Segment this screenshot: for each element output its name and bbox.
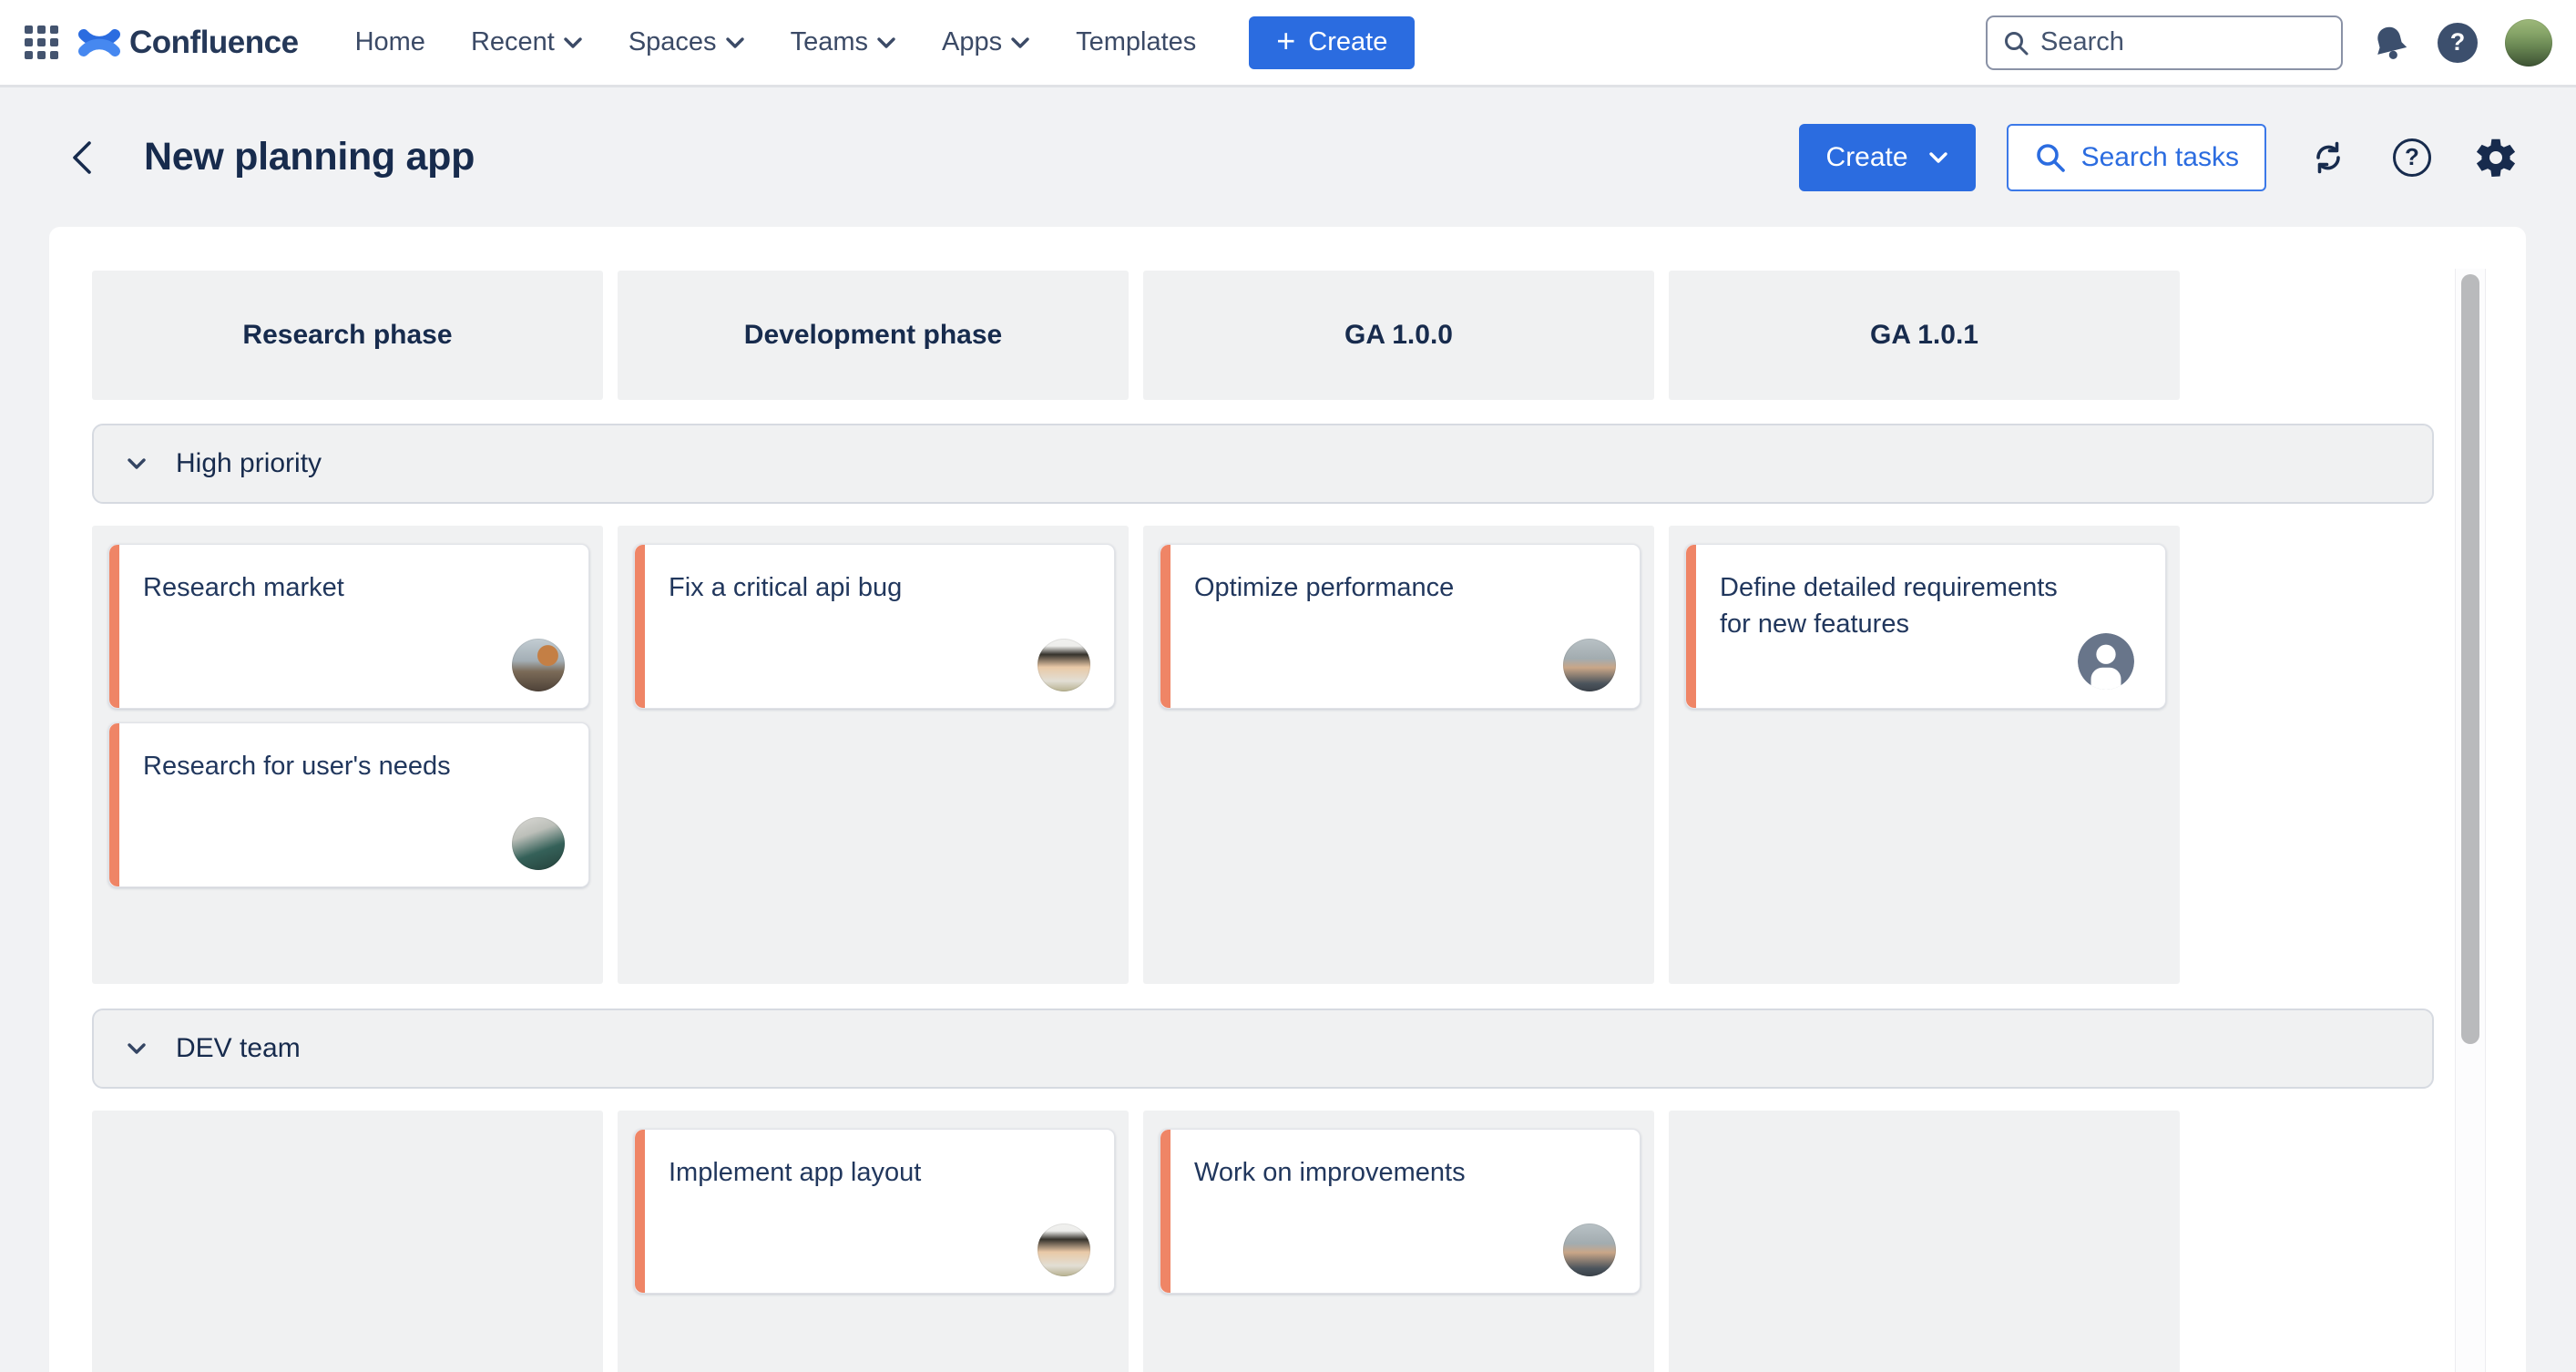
priority-stripe	[1160, 1130, 1170, 1293]
card-title: Implement app layout	[635, 1130, 1063, 1191]
search-tasks-button[interactable]: Search tasks	[2007, 124, 2266, 191]
task-card[interactable]: Work on improvements	[1160, 1129, 1641, 1294]
back-button[interactable]	[67, 134, 107, 181]
page-title: New planning app	[144, 135, 475, 179]
search-icon	[2002, 29, 2029, 56]
column-headers-row: Research phase Development phase GA 1.0.…	[92, 271, 2180, 400]
board-scrollbar-track	[2455, 269, 2486, 1372]
column-header-development-phase[interactable]: Development phase	[618, 271, 1129, 400]
card-title: Define detailed requirements for new fea…	[1686, 545, 2114, 642]
lane-research-phase: Research market Research for user's need…	[92, 526, 603, 984]
lane-development-phase: Implement app layout	[618, 1111, 1129, 1372]
top-navigation-bar: Confluence Home Recent Spaces Teams Apps…	[0, 0, 2576, 87]
chevron-down-icon	[1928, 151, 1948, 164]
global-create-button[interactable]: + Create	[1249, 16, 1415, 69]
column-header-ga-1-0-0[interactable]: GA 1.0.0	[1143, 271, 1654, 400]
card-title: Research market	[109, 545, 537, 606]
board-settings-button[interactable]	[2474, 136, 2518, 179]
board-scrollbar-thumb[interactable]	[2461, 274, 2479, 1044]
nav-item-home[interactable]: Home	[355, 27, 425, 57]
swimlane-high-priority-lanes: Research market Research for user's need…	[92, 526, 2180, 984]
assignee-avatar	[1563, 639, 1616, 691]
lane-research-phase	[92, 1111, 603, 1372]
swimlane-dev-team-lanes: Implement app layout Work on improvement…	[92, 1111, 2180, 1372]
priority-stripe	[635, 545, 645, 708]
task-card[interactable]: Research for user's needs	[108, 722, 589, 887]
priority-stripe	[109, 723, 119, 886]
topnav-right-group: ?	[1986, 15, 2552, 70]
swimlane-header-dev-team[interactable]: DEV team	[92, 1009, 2434, 1089]
column-header-ga-1-0-1[interactable]: GA 1.0.1	[1669, 271, 2180, 400]
task-card[interactable]: Research market	[108, 544, 589, 709]
lane-ga-1-0-1: Define detailed requirements for new fea…	[1669, 526, 2180, 984]
task-card[interactable]: Implement app layout	[634, 1129, 1115, 1294]
confluence-mark-icon	[78, 22, 120, 64]
board-help-button[interactable]: ?	[2390, 136, 2434, 179]
chevron-down-icon	[725, 36, 745, 49]
priority-stripe	[1160, 545, 1170, 708]
chevron-down-icon	[127, 1042, 147, 1055]
refresh-button[interactable]	[2306, 136, 2350, 179]
board-panel: Research phase Development phase GA 1.0.…	[49, 227, 2526, 1372]
nav-item-recent[interactable]: Recent	[471, 27, 583, 57]
task-card[interactable]: Fix a critical api bug	[634, 544, 1115, 709]
priority-stripe	[1686, 545, 1696, 708]
page-header: New planning app Create Search tasks ?	[0, 87, 2576, 227]
person-icon	[2078, 633, 2134, 690]
card-title: Work on improvements	[1160, 1130, 1589, 1191]
global-search-box[interactable]	[1986, 15, 2343, 70]
card-title: Optimize performance	[1160, 545, 1589, 606]
primary-nav-menu: Home Recent Spaces Teams Apps Templates	[355, 27, 1197, 57]
lane-ga-1-0-1	[1669, 1111, 2180, 1372]
assignee-avatar	[1038, 639, 1090, 691]
task-card[interactable]: Define detailed requirements for new fea…	[1685, 544, 2166, 709]
notifications-bell-icon[interactable]	[2366, 18, 2414, 67]
gear-icon	[2474, 136, 2518, 179]
assignee-avatar	[1563, 1224, 1616, 1276]
nav-item-apps[interactable]: Apps	[942, 27, 1030, 57]
board-create-button[interactable]: Create	[1799, 124, 1976, 191]
user-avatar[interactable]	[2505, 19, 2552, 67]
nav-item-teams[interactable]: Teams	[791, 27, 896, 57]
nav-item-templates[interactable]: Templates	[1076, 27, 1196, 57]
lane-ga-1-0-0: Optimize performance	[1143, 526, 1654, 984]
chevron-down-icon	[563, 36, 583, 49]
column-header-research-phase[interactable]: Research phase	[92, 271, 603, 400]
lane-ga-1-0-0: Work on improvements	[1143, 1111, 1654, 1372]
card-title: Research for user's needs	[109, 723, 537, 784]
app-name: Confluence	[129, 25, 299, 61]
card-title: Fix a critical api bug	[635, 545, 1063, 606]
chevron-down-icon	[876, 36, 896, 49]
search-icon	[2034, 141, 2067, 174]
sync-arrows-icon	[2307, 137, 2349, 179]
plus-icon: +	[1276, 25, 1295, 57]
chevron-left-icon	[67, 138, 95, 178]
swimlane-label: High priority	[176, 448, 322, 479]
assignee-avatar	[512, 817, 565, 870]
swimlane-label: DEV team	[176, 1033, 301, 1064]
chevron-down-icon	[127, 457, 147, 470]
priority-stripe	[635, 1130, 645, 1293]
help-icon[interactable]: ?	[2438, 23, 2478, 63]
assignee-avatar	[1038, 1224, 1090, 1276]
chevron-down-icon	[1010, 36, 1030, 49]
assignee-avatar	[512, 639, 565, 691]
nav-item-spaces[interactable]: Spaces	[629, 27, 745, 57]
priority-stripe	[109, 545, 119, 708]
task-card[interactable]: Optimize performance	[1160, 544, 1641, 709]
global-search-input[interactable]	[2040, 27, 2326, 57]
swimlane-header-high-priority[interactable]: High priority	[92, 424, 2434, 504]
lane-development-phase: Fix a critical api bug	[618, 526, 1129, 984]
app-switcher-grid-icon[interactable]	[20, 22, 62, 64]
confluence-logo[interactable]: Confluence	[78, 22, 299, 64]
header-actions: Create Search tasks ?	[1799, 124, 2518, 191]
question-mark-icon: ?	[2393, 138, 2431, 177]
